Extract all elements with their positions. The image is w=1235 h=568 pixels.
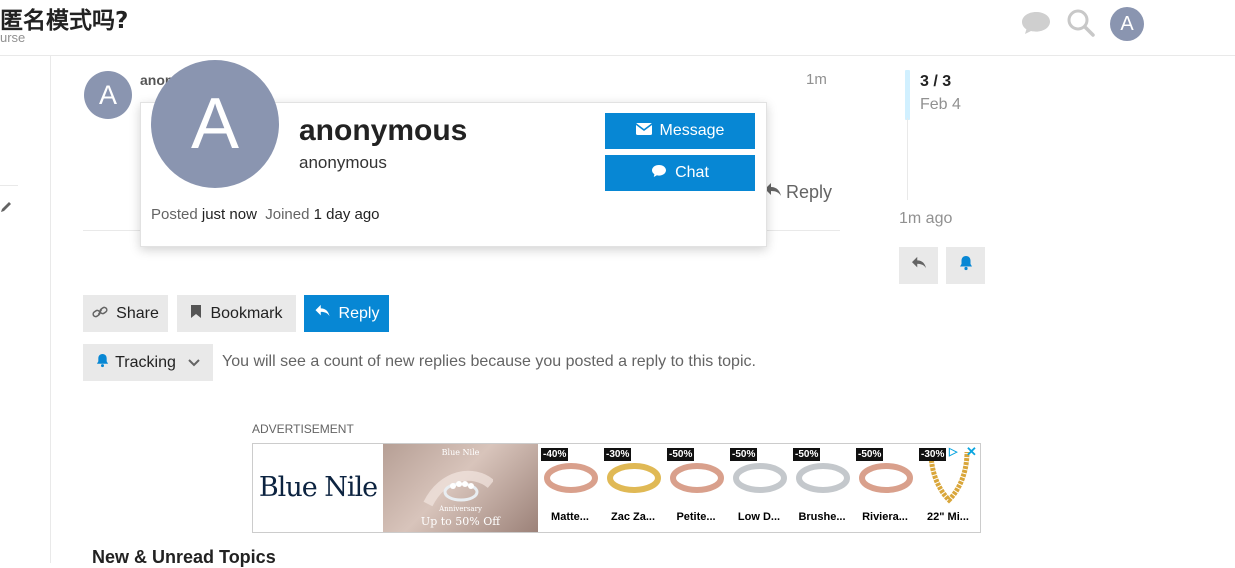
timeline-date: Feb 4: [920, 96, 961, 113]
post-reply-button[interactable]: Reply: [764, 182, 832, 203]
joined-label: Joined: [265, 206, 310, 223]
timeline-notification-button[interactable]: [946, 247, 985, 284]
chat-icon[interactable]: [1020, 10, 1052, 41]
discount-badge: -50%: [793, 448, 821, 461]
timeline-position: 3 / 3: [920, 73, 952, 90]
ad-product-item[interactable]: -50% Low D...: [728, 444, 790, 532]
post-age[interactable]: 1m: [806, 71, 827, 88]
ad-product-list: -40% Matte... -30% Zac Za... -50% Petite... -5…: [539, 444, 979, 532]
topic-reply-label: Reply: [338, 304, 380, 322]
ad-product-item[interactable]: -30% Zac Za...: [602, 444, 664, 532]
link-icon: [92, 305, 108, 323]
left-sidebar-divider: [50, 56, 51, 563]
timeline-track: [907, 118, 908, 200]
bookmark-label: Bookmark: [210, 304, 283, 322]
pencil-icon[interactable]: [0, 201, 12, 220]
close-ad-icon[interactable]: ✕: [966, 444, 977, 460]
topic-reply-button[interactable]: Reply: [304, 295, 389, 332]
search-icon[interactable]: [1066, 8, 1096, 43]
share-label: Share: [116, 304, 159, 322]
user-card-avatar[interactable]: A: [151, 60, 279, 188]
ad-product-name: Matte...: [551, 511, 589, 523]
ad-product-name: 22" Mi...: [927, 511, 969, 523]
reply-icon: [911, 256, 927, 275]
ad-label: ADVERTISEMENT: [252, 422, 354, 436]
user-card-username: anonymous: [299, 153, 387, 172]
user-card-meta: Posted just now Joined 1 day ago: [151, 206, 380, 223]
chat-bubble-icon: [651, 164, 667, 183]
chevron-down-icon: [188, 354, 200, 372]
adchoices-icon[interactable]: ▷: [949, 445, 957, 458]
joined-value: 1 day ago: [313, 206, 380, 223]
ad-product-item[interactable]: -50% Petite...: [665, 444, 727, 532]
tracking-description: You will see a count of new replies beca…: [222, 353, 756, 370]
posted-value: just now: [201, 206, 257, 223]
timeline-last-activity[interactable]: 1m ago: [899, 210, 952, 228]
sidebar-separator: [0, 185, 18, 186]
ad-brand-logo[interactable]: Blue Nile: [253, 472, 383, 503]
ad-offer-text: Up to 50% Off: [420, 515, 501, 528]
bell-icon: [959, 255, 973, 276]
reply-icon: [314, 304, 331, 323]
ad-product-name: Brushe...: [798, 511, 846, 523]
ad-photo-brand: Blue Nile: [441, 448, 480, 457]
discount-badge: -50%: [856, 448, 884, 461]
discount-badge: -40%: [541, 448, 569, 461]
ad-product-name: Riviera...: [862, 511, 908, 523]
discount-badge: -50%: [667, 448, 695, 461]
timeline-reply-button[interactable]: [899, 247, 938, 284]
post-reply-label: Reply: [786, 182, 833, 202]
ad-photo-subtext: Anniversary: [439, 505, 482, 513]
chat-button[interactable]: Chat: [605, 155, 755, 191]
ad-product-item[interactable]: -40% Matte...: [539, 444, 601, 532]
user-card-display-name[interactable]: anonymous: [299, 114, 467, 148]
share-button[interactable]: Share: [83, 295, 168, 332]
post-author-avatar[interactable]: A: [84, 71, 132, 119]
discount-badge: -50%: [730, 448, 758, 461]
message-button[interactable]: Message: [605, 113, 755, 149]
ad-product-name: Petite...: [676, 511, 716, 523]
timeline-scroller[interactable]: [905, 70, 910, 120]
message-button-label: Message: [659, 122, 725, 139]
section-heading: New & Unread Topics: [92, 547, 276, 567]
notification-level-label: Tracking: [115, 353, 176, 371]
envelope-icon: [635, 122, 653, 140]
ad-banner[interactable]: Blue Nile Blue Nile Anniversary Up to 50…: [252, 443, 981, 533]
chat-button-label: Chat: [675, 164, 709, 181]
posted-label: Posted: [151, 206, 198, 223]
notification-level-dropdown[interactable]: Tracking: [83, 344, 213, 381]
ad-product-name: Low D...: [737, 511, 781, 523]
ad-product-item[interactable]: -50% Riviera...: [854, 444, 916, 532]
ad-ring-photo[interactable]: Blue Nile Anniversary Up to 50% Off: [383, 444, 538, 532]
ad-product-item[interactable]: -50% Brushe...: [791, 444, 853, 532]
category-name[interactable]: urse: [0, 30, 25, 45]
discount-badge: -30%: [919, 448, 947, 461]
ad-product-name: Zac Za...: [610, 511, 656, 523]
bookmark-button[interactable]: Bookmark: [177, 295, 296, 332]
bell-icon: [96, 353, 109, 373]
discount-badge: -30%: [604, 448, 632, 461]
current-user-avatar[interactable]: A: [1110, 7, 1144, 41]
bookmark-icon: [190, 304, 202, 324]
